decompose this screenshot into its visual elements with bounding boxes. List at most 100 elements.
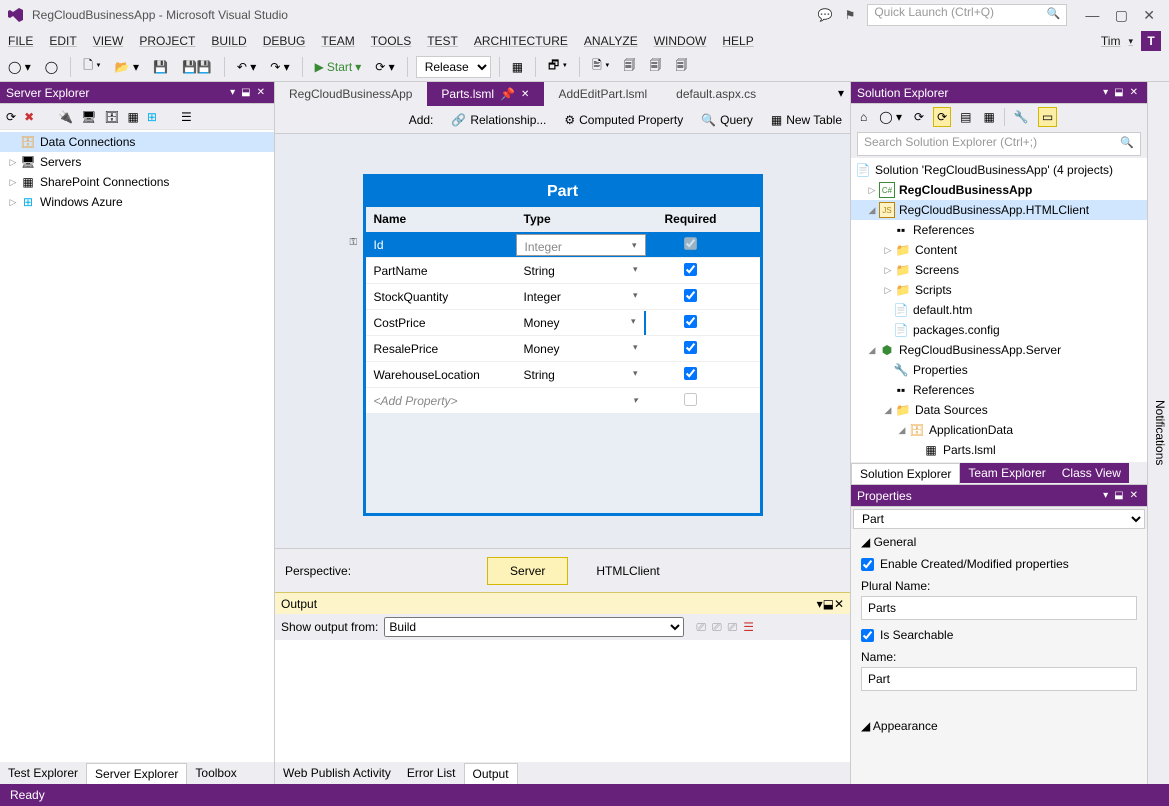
output-btn-2[interactable]: ⎚ xyxy=(712,620,722,635)
group-appearance[interactable]: ◢ Appearance xyxy=(861,719,1137,733)
tab-solution-explorer[interactable]: Solution Explorer xyxy=(851,463,960,484)
save-all-button[interactable]: 💾💾 xyxy=(178,58,216,76)
node-content[interactable]: ▷📁Content xyxy=(851,240,1147,260)
required-checkbox[interactable] xyxy=(684,367,697,380)
add-relationship-button[interactable]: 🔗 Relationship... xyxy=(451,113,546,127)
db-icon[interactable]: 🗄 xyxy=(104,110,119,124)
nav-back-button[interactable]: ◯ ▾ xyxy=(4,58,35,76)
node-scripts[interactable]: ▷📁Scripts xyxy=(851,280,1147,300)
output-source-select[interactable]: Build xyxy=(384,617,684,637)
perspective-htmlclient[interactable]: HTMLClient xyxy=(574,558,681,584)
menu-build[interactable]: BUILD xyxy=(211,34,246,48)
new-project-button[interactable]: 🗋 ▾ xyxy=(79,54,104,79)
close-button[interactable]: ✕ xyxy=(1137,7,1161,23)
preview-icon[interactable]: ▭ xyxy=(1038,107,1057,127)
node-references-2[interactable]: ▪▪References xyxy=(851,380,1147,400)
close-icon[interactable]: ✕ xyxy=(254,87,268,98)
required-checkbox[interactable] xyxy=(684,263,697,276)
menu-project[interactable]: PROJECT xyxy=(139,34,195,48)
output-btn-4[interactable]: ☰ xyxy=(743,620,754,634)
solution-search-input[interactable]: Search Solution Explorer (Ctrl+;) xyxy=(857,132,1141,156)
entity-row-stock[interactable]: StockQuantityInteger xyxy=(366,283,760,309)
nav-fwd-button[interactable]: ◯ xyxy=(41,58,62,76)
refresh-button[interactable]: ⟳ ▾ xyxy=(371,58,398,76)
user-name[interactable]: Tim xyxy=(1101,34,1121,48)
menu-team[interactable]: TEAM xyxy=(321,34,354,48)
tab-server-explorer[interactable]: Server Explorer xyxy=(86,763,187,784)
node-proj-server[interactable]: ◢⬢RegCloudBusinessApp.Server xyxy=(851,340,1147,360)
tb-icon-2[interactable]: 🗗 ▾ xyxy=(544,54,571,79)
back-icon[interactable]: ◯ ▾ xyxy=(876,108,905,126)
group-general[interactable]: ◢ General xyxy=(861,535,1137,549)
maximize-button[interactable]: ▢ xyxy=(1109,7,1134,23)
required-checkbox[interactable] xyxy=(684,289,697,302)
properties-icon[interactable]: 🔧 xyxy=(1011,108,1032,126)
tab-team-explorer[interactable]: Team Explorer xyxy=(960,463,1053,483)
node-proj-html[interactable]: ◢JSRegCloudBusinessApp.HTMLClient xyxy=(851,200,1147,220)
add-computed-button[interactable]: ⚙ Computed Property xyxy=(564,113,683,127)
close-icon[interactable]: ✕ xyxy=(1127,87,1141,98)
menu-analyze[interactable]: ANALYZE xyxy=(584,34,638,48)
home-icon[interactable]: ⌂ xyxy=(857,108,870,126)
entity-row-warehouse[interactable]: WarehouseLocationString xyxy=(366,361,760,387)
menu-debug[interactable]: DEBUG xyxy=(263,34,306,48)
undo-button[interactable]: ↶ ▾ xyxy=(233,58,260,76)
entity-row-partname[interactable]: PartNameString xyxy=(366,257,760,283)
required-checkbox[interactable] xyxy=(684,315,697,328)
feedback-icon[interactable]: 💬 xyxy=(818,8,833,22)
menu-architecture[interactable]: ARCHITECTURE xyxy=(474,34,568,48)
notifications-tab[interactable]: Notifications xyxy=(1147,82,1169,784)
pin-icon[interactable]: 📌 xyxy=(500,87,515,101)
tabs-overflow-icon[interactable]: ▾ xyxy=(832,82,850,106)
collapse-icon[interactable]: ▤ xyxy=(957,108,974,126)
prop-searchable[interactable]: Is Searchable xyxy=(861,628,1137,642)
sync-icon[interactable]: ⟳ xyxy=(911,108,927,126)
solution-tree[interactable]: 📄Solution 'RegCloudBusinessApp' (4 proje… xyxy=(851,158,1147,462)
tb-icon-1[interactable]: ▦ xyxy=(508,58,527,76)
config-select[interactable]: Release xyxy=(416,56,491,78)
add-query-button[interactable]: 🔍 Query xyxy=(701,113,753,127)
pin-icon[interactable]: ⬓ xyxy=(1111,490,1126,501)
menu-window[interactable]: WINDOW xyxy=(654,34,707,48)
tab-default-aspx[interactable]: default.aspx.cs xyxy=(662,82,771,106)
node-default-htm[interactable]: 📄default.htm xyxy=(851,300,1147,320)
refresh-hl-icon[interactable]: ⟳ xyxy=(933,107,951,127)
quick-launch-input[interactable]: Quick Launch (Ctrl+Q) xyxy=(867,4,1067,26)
node-screens[interactable]: ▷📁Screens xyxy=(851,260,1147,280)
name-input[interactable] xyxy=(861,667,1137,691)
node-sharepoint[interactable]: ▷▦SharePoint Connections xyxy=(0,172,274,192)
menu-file[interactable]: FILE xyxy=(8,34,33,48)
close-icon[interactable]: ✕ xyxy=(521,89,529,100)
node-data-connections[interactable]: 🗄Data Connections xyxy=(0,132,274,152)
output-content[interactable] xyxy=(275,640,850,762)
entity-designer[interactable]: Part Name Type Required ⚿ Id Integer xyxy=(275,134,850,548)
azure-icon[interactable]: ⊞ xyxy=(147,110,157,124)
tab-parts-lsml[interactable]: Parts.lsml📌✕ xyxy=(427,82,544,106)
tab-regcloud[interactable]: RegCloudBusinessApp xyxy=(275,82,427,106)
filter-icon[interactable]: ☰ xyxy=(181,110,192,124)
open-button[interactable]: 📂 ▾ xyxy=(111,58,143,76)
redo-button[interactable]: ↷ ▾ xyxy=(266,58,293,76)
output-btn-3[interactable]: ⎚ xyxy=(728,620,738,635)
required-checkbox[interactable] xyxy=(684,393,697,406)
tab-output[interactable]: Output xyxy=(464,763,518,784)
node-azure[interactable]: ▷⊞Windows Azure xyxy=(0,192,274,212)
save-button[interactable]: 💾 xyxy=(149,58,172,76)
node-appdata[interactable]: ◢🗄ApplicationData xyxy=(851,420,1147,440)
pin-icon[interactable]: ⬓ xyxy=(823,597,834,611)
node-parts-lsml[interactable]: ▦Parts.lsml xyxy=(851,440,1147,460)
node-servers[interactable]: ▷🖥Servers xyxy=(0,152,274,172)
pin-icon[interactable]: ⬓ xyxy=(1111,87,1126,98)
entity-row-id[interactable]: Id Integer xyxy=(366,231,760,257)
entity-row-resale[interactable]: ResalePriceMoney xyxy=(366,335,760,361)
user-avatar[interactable]: T xyxy=(1141,31,1161,51)
dropdown-icon[interactable]: ▾ xyxy=(1100,490,1111,501)
node-properties[interactable]: 🔧Properties xyxy=(851,360,1147,380)
add-table-button[interactable]: ▦ New Table xyxy=(771,113,842,127)
entity-row-add[interactable]: <Add Property> xyxy=(366,387,760,413)
showall-icon[interactable]: ▦ xyxy=(981,108,998,126)
node-packages[interactable]: 📄packages.config xyxy=(851,320,1147,340)
minimize-button[interactable]: — xyxy=(1079,7,1105,23)
start-debug-button[interactable]: ▶ Start ▾ xyxy=(311,58,366,76)
server-icon[interactable]: 🖥 xyxy=(81,110,96,124)
